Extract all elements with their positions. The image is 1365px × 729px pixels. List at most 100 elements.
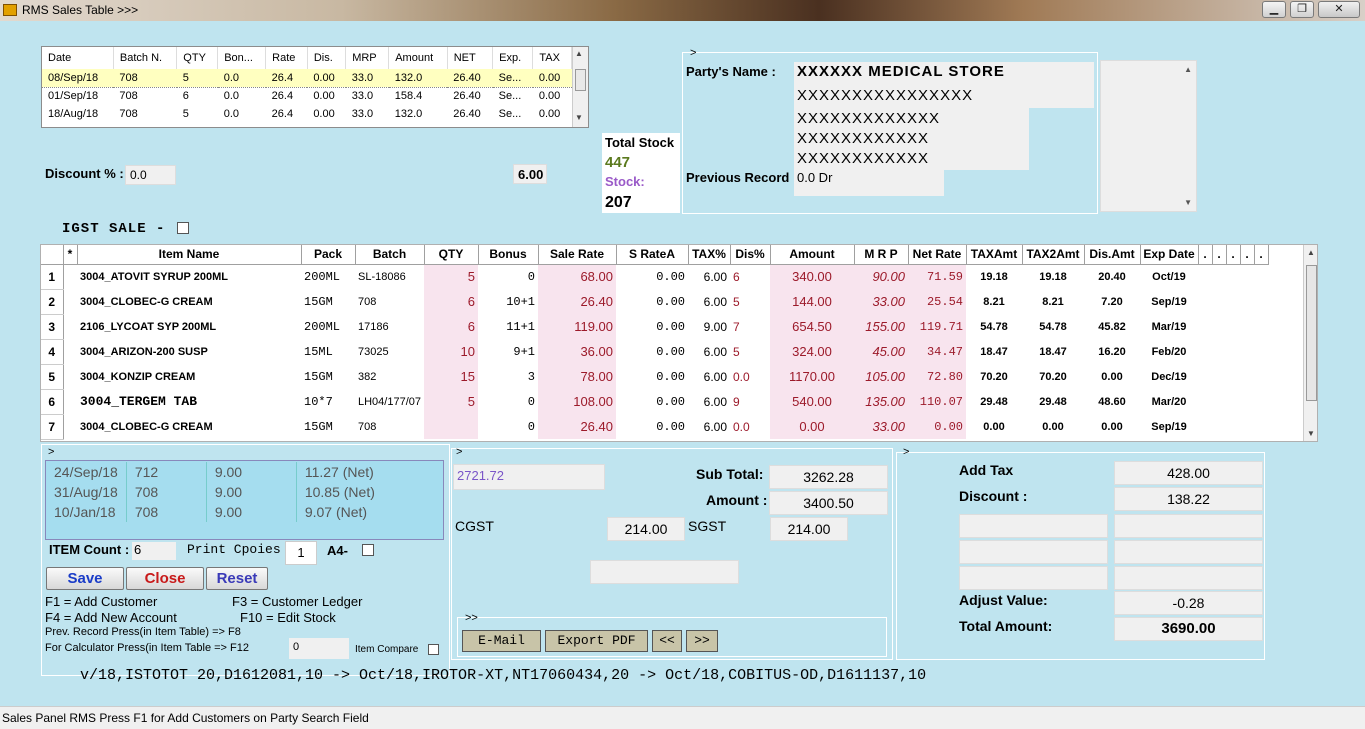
grid-header[interactable]: TAX%: [688, 245, 731, 265]
minimize-button[interactable]: ▁: [1262, 1, 1286, 18]
cell-batch[interactable]: 708: [355, 289, 424, 314]
history-header[interactable]: Dis.: [307, 47, 347, 69]
purchase-history-row[interactable]: 31/Aug/18 708 9.00 10.85 (Net): [46, 482, 406, 502]
cell-item[interactable]: 3004_CLOBEC-G CREAM: [77, 289, 301, 314]
cell-ratea[interactable]: 0.00: [616, 314, 688, 339]
history-scrollbar[interactable]: ▲ ▼: [572, 47, 588, 127]
grid-scrollbar[interactable]: ▲ ▼: [1303, 245, 1317, 441]
party-name-field[interactable]: XXXXXX MEDICAL STORE XXXXXXXXXXXXXXXX: [794, 62, 1094, 108]
party-list-box[interactable]: ▲ ▼: [1100, 60, 1197, 212]
grid-header[interactable]: Sale Rate: [538, 245, 617, 265]
grid-header[interactable]: Pack: [301, 245, 356, 265]
grid-header[interactable]: Batch: [355, 245, 425, 265]
cell-taxamt[interactable]: 70.20: [966, 364, 1022, 389]
cell-mrp[interactable]: 45.00: [854, 339, 908, 364]
igst-checkbox[interactable]: [177, 222, 189, 234]
print-copies-input[interactable]: 1: [285, 541, 317, 565]
cell-taxamt[interactable]: 29.48: [966, 389, 1022, 414]
cell-mrp[interactable]: 135.00: [854, 389, 908, 414]
cell-ratea[interactable]: 0.00: [616, 389, 688, 414]
close-button[interactable]: Close: [126, 567, 204, 590]
cell-dis[interactable]: 5: [730, 339, 770, 364]
grid-header[interactable]: Exp Date: [1140, 245, 1199, 265]
cell-bonus[interactable]: 3: [478, 364, 538, 389]
middle-blank-field[interactable]: [590, 560, 739, 584]
purchase-history-row[interactable]: 24/Sep/18 712 9.00 11.27 (Net): [46, 462, 406, 482]
history-header[interactable]: TAX: [532, 47, 572, 69]
cell-item[interactable]: 3004_ATOVIT SYRUP 200ML: [77, 264, 301, 289]
cell-amount[interactable]: 540.00: [770, 389, 854, 414]
cell-mrp[interactable]: 155.00: [854, 314, 908, 339]
sale-history-table[interactable]: Date Batch N. QTY Bon... Rate Dis. MRP Amount NE…: [41, 46, 589, 128]
a4-checkbox[interactable]: [362, 544, 374, 556]
reset-button[interactable]: Reset: [206, 567, 268, 590]
cell-qty[interactable]: 5: [424, 264, 478, 289]
grid-header[interactable]: M R P: [854, 245, 909, 265]
extra-label-field-3[interactable]: [959, 566, 1108, 590]
history-header[interactable]: Bon...: [217, 47, 267, 69]
cell-qty[interactable]: 10: [424, 339, 478, 364]
purchase-history-row[interactable]: 10/Jan/18 708 9.00 9.07 (Net): [46, 502, 406, 522]
extra-label-field-1[interactable]: [959, 514, 1108, 538]
history-header[interactable]: Batch N.: [113, 47, 178, 69]
cell-tax[interactable]: 6.00: [688, 264, 730, 289]
item-row[interactable]: 2 3004_CLOBEC-G CREAM 15GM 708 6 10+1 26.40 0.0…: [41, 289, 1268, 315]
cell-exp[interactable]: Feb/20: [1140, 339, 1198, 364]
cell-pack[interactable]: 15GM: [301, 364, 355, 389]
item-row[interactable]: 7 3004_CLOBEC-G CREAM 15GM 708 0 26.40 0.00 6.0…: [41, 414, 1268, 440]
cell-ratea[interactable]: 0.00: [616, 289, 688, 314]
item-row[interactable]: 4 3004_ARIZON-200 SUSP 15ML 73025 10 9+1 36.00…: [41, 339, 1268, 365]
cell-qty[interactable]: 6: [424, 314, 478, 339]
cell-net[interactable]: 71.59: [908, 264, 966, 289]
cell-dis[interactable]: 0.0: [730, 364, 770, 389]
cell-pack[interactable]: 200ML: [301, 264, 355, 289]
cell-disamt[interactable]: 16.20: [1084, 339, 1140, 364]
cell-amount[interactable]: 1170.00: [770, 364, 854, 389]
cell-item[interactable]: 3004_CLOBEC-G CREAM: [77, 414, 301, 439]
cell-taxamt[interactable]: 18.47: [966, 339, 1022, 364]
cell-qty[interactable]: 6: [424, 289, 478, 314]
cell-tax[interactable]: 6.00: [688, 414, 730, 439]
cell-pack[interactable]: 15ML: [301, 339, 355, 364]
cell-dis[interactable]: 7: [730, 314, 770, 339]
cell-exp[interactable]: Mar/20: [1140, 389, 1198, 414]
cell-item[interactable]: 3004_TERGEM TAB: [77, 389, 301, 414]
grid-header[interactable]: Net Rate: [908, 245, 967, 265]
extra-value-field-1[interactable]: [1114, 514, 1263, 538]
adjust-value-input[interactable]: -0.28: [1114, 591, 1263, 615]
cell-exp[interactable]: Sep/19: [1140, 289, 1198, 314]
cell-disamt[interactable]: 45.82: [1084, 314, 1140, 339]
cell-bonus[interactable]: 10+1: [478, 289, 538, 314]
history-header[interactable]: NET: [447, 47, 494, 69]
cell-pack[interactable]: 15GM: [301, 414, 355, 439]
cell-batch[interactable]: LH04/177/07: [355, 389, 424, 414]
export-pdf-button[interactable]: Export PDF: [545, 630, 648, 652]
cell-ratea[interactable]: 0.00: [616, 339, 688, 364]
cell-tax2amt[interactable]: 19.18: [1022, 264, 1084, 289]
items-grid[interactable]: * Item Name Pack Batch QTY Bonus Sale Rate S Ra…: [40, 244, 1318, 442]
cell-tax2amt[interactable]: 70.20: [1022, 364, 1084, 389]
cell-exp[interactable]: Dec/19: [1140, 364, 1198, 389]
cell-tax2amt[interactable]: 29.48: [1022, 389, 1084, 414]
item-row[interactable]: 5 3004_KONZIP CREAM 15GM 382 15 3 78.00 0.00 6.0…: [41, 364, 1268, 390]
calculator-input[interactable]: 0: [289, 638, 349, 659]
cell-rate[interactable]: 108.00: [538, 389, 616, 414]
cell-tax[interactable]: 9.00: [688, 314, 730, 339]
cell-batch[interactable]: SL-18086: [355, 264, 424, 289]
cell-net[interactable]: 119.71: [908, 314, 966, 339]
cell-item[interactable]: 3004_KONZIP CREAM: [77, 364, 301, 389]
email-button[interactable]: E-Mail: [462, 630, 541, 652]
cell-qty[interactable]: 15: [424, 364, 478, 389]
grid-header[interactable]: .: [1198, 245, 1213, 265]
history-header[interactable]: QTY: [176, 47, 219, 69]
cell-dis[interactable]: 6: [730, 264, 770, 289]
cell-item[interactable]: 3004_ARIZON-200 SUSP: [77, 339, 301, 364]
cell-pack[interactable]: 10*7: [301, 389, 355, 414]
cell-tax[interactable]: 6.00: [688, 389, 730, 414]
cell-bonus[interactable]: 11+1: [478, 314, 538, 339]
cell-pack[interactable]: 200ML: [301, 314, 355, 339]
item-row[interactable]: 6 3004_TERGEM TAB 10*7 LH04/177/07 5 0 108.00 0…: [41, 389, 1268, 415]
grid-header[interactable]: S RateA: [616, 245, 689, 265]
next-button[interactable]: >>: [686, 630, 718, 652]
grid-header[interactable]: Item Name: [77, 245, 302, 265]
